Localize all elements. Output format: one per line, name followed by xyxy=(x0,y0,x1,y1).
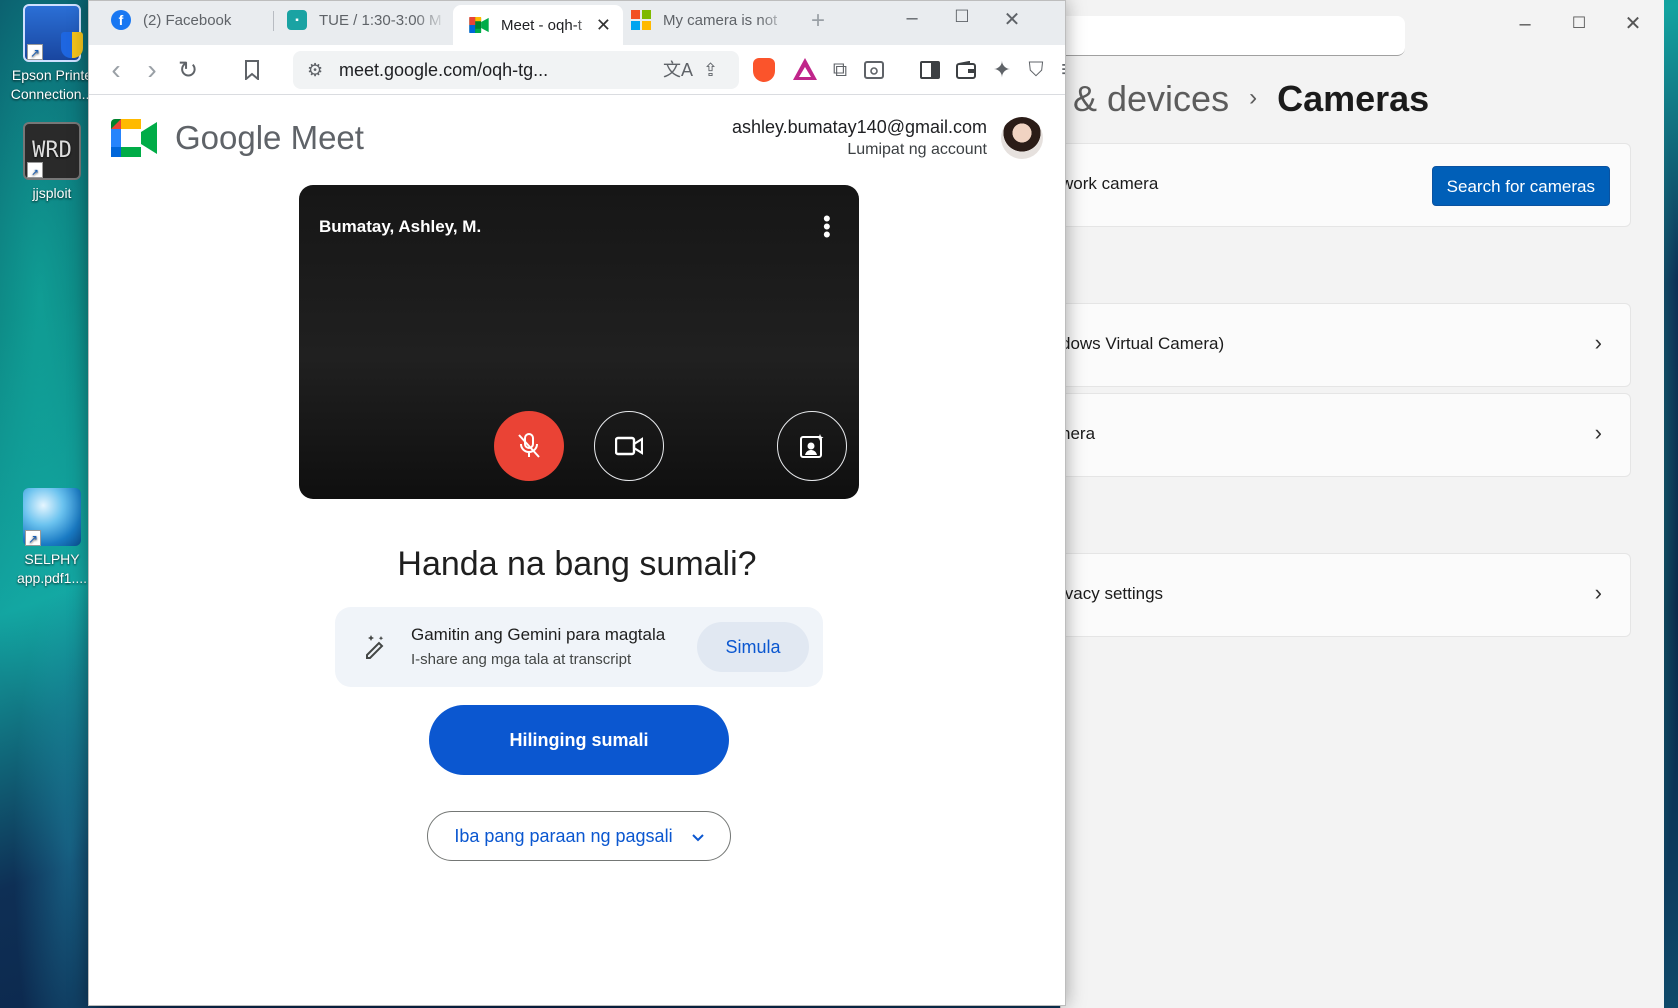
jjsploit-app-icon: WRD ↗ xyxy=(23,122,81,180)
extensions-icon[interactable]: ⧉ xyxy=(827,57,853,83)
browser-maximize-button[interactable]: ☐ xyxy=(947,7,977,27)
tab-separator xyxy=(273,11,274,31)
close-tab-icon[interactable]: ✕ xyxy=(596,15,611,36)
microsoft-icon xyxy=(631,10,651,30)
switch-account-link[interactable]: Lumipat ng account xyxy=(847,141,987,159)
chevron-right-icon: › xyxy=(1594,330,1602,355)
tab-title: (2) Facebook xyxy=(143,11,232,29)
meet-icon xyxy=(469,15,489,35)
video-preview: Bumatay, Ashley, M. • • • xyxy=(299,185,859,499)
settings-row-label: ivacy settings xyxy=(1061,584,1164,603)
settings-maximize-button[interactable]: ☐ xyxy=(1567,12,1591,36)
settings-row-camera[interactable]: nera › xyxy=(1061,393,1631,477)
settings-row-virtual-camera[interactable]: dows Virtual Camera) › xyxy=(1061,303,1631,387)
gemini-notes-card: Gamitin ang Gemini para magtala I-share … xyxy=(335,607,823,687)
tab-microsoft-support[interactable]: My camera is not xyxy=(631,1,791,39)
chevron-down-icon xyxy=(691,812,704,860)
other-ways-to-join-button[interactable]: Iba pang paraan ng pagsali xyxy=(427,811,731,861)
breadcrumb-parent[interactable]: & devices xyxy=(1073,78,1229,119)
more-options-icon[interactable]: • • • xyxy=(823,208,831,246)
menu-icon[interactable]: ≡ xyxy=(1055,56,1065,83)
settings-search-box[interactable] xyxy=(1061,16,1405,56)
app-glyph: WRD xyxy=(32,138,72,163)
account-email: ashley.bumatay140@gmail.com xyxy=(731,117,987,137)
settings-row-add-network-camera: work camera Search for cameras xyxy=(1061,143,1631,227)
camera-button[interactable] xyxy=(594,411,664,481)
globe-file-icon: ↗ xyxy=(23,488,81,546)
settings-row-label: dows Virtual Camera) xyxy=(1061,334,1225,353)
settings-minimize-button[interactable]: – xyxy=(1513,12,1537,36)
vpn-shield-icon[interactable]: ⛉ xyxy=(1023,57,1049,83)
chevron-right-icon: › xyxy=(1594,580,1602,605)
tab-title: TUE / 1:30-3:00 M xyxy=(319,11,442,29)
site-settings-icon[interactable]: ⚙ xyxy=(307,51,323,89)
avatar[interactable] xyxy=(1001,117,1043,159)
settings-row-privacy[interactable]: ivacy settings › xyxy=(1061,553,1631,637)
other-ways-label: Iba pang paraan ng pagsali xyxy=(454,826,673,846)
tab-bar: f (2) Facebook ▪ TUE / 1:30-3:00 M Meet … xyxy=(89,1,1065,45)
reader-mode-icon[interactable] xyxy=(861,57,887,83)
browser-close-button[interactable]: ✕ xyxy=(997,7,1027,32)
tab-title: Meet - oqh-t xyxy=(501,16,582,34)
gemini-start-button[interactable]: Simula xyxy=(697,622,809,672)
meet-brand-name: Google Meet xyxy=(175,119,364,156)
new-tab-button[interactable]: + xyxy=(811,7,825,35)
settings-window: – ☐ ✕ & devices › Cameras work camera Sear… xyxy=(1060,0,1664,1008)
facebook-icon: f xyxy=(111,10,131,30)
search-for-cameras-button[interactable]: Search for cameras xyxy=(1431,166,1610,206)
brave-rewards-icon[interactable] xyxy=(793,58,817,80)
tab-meet[interactable]: Meet - oqh-t ✕ xyxy=(453,5,623,45)
reload-icon[interactable]: ↻ xyxy=(175,57,201,84)
settings-breadcrumb: & devices › Cameras xyxy=(1073,78,1429,120)
gemini-title: Gamitin ang Gemini para magtala xyxy=(411,625,666,644)
translate-icon[interactable]: 文A xyxy=(663,51,693,89)
printer-icon: ↗ xyxy=(23,4,83,62)
shortcut-arrow-icon: ↗ xyxy=(25,530,41,546)
shortcut-arrow-icon: ↗ xyxy=(27,162,43,178)
sidebar-icon[interactable] xyxy=(917,57,943,83)
preview-name: Bumatay, Ashley, M. xyxy=(319,217,482,236)
tab-facebook[interactable]: f (2) Facebook xyxy=(111,1,281,39)
visual-effects-button[interactable] xyxy=(777,411,847,481)
meet-page: Google Meet ashley.bumatay140@gmail.com … xyxy=(89,95,1065,1005)
tab-classroom[interactable]: ▪ TUE / 1:30-3:00 M xyxy=(287,1,447,39)
mic-off-icon xyxy=(518,433,540,458)
browser-toolbar: ‹ › ↻ ⚙ meet.google.com/oqh-tg... 文A ⇪ ⧉… xyxy=(89,45,1065,95)
settings-row-label: nera xyxy=(1061,424,1096,443)
gemini-subtitle: I-share ang mga tala at transcript xyxy=(411,651,632,668)
chevron-right-icon: › xyxy=(1594,420,1602,445)
ask-to-join-button[interactable]: Hilinging sumali xyxy=(429,705,729,775)
address-bar[interactable]: ⚙ meet.google.com/oqh-tg... 文A ⇪ xyxy=(293,51,739,89)
settings-row-label: work camera xyxy=(1061,174,1159,193)
leo-ai-icon[interactable]: ✦ xyxy=(989,57,1015,83)
magic-pen-icon xyxy=(363,633,387,664)
browser-window: f (2) Facebook ▪ TUE / 1:30-3:00 M Meet … xyxy=(88,0,1066,1006)
tab-title: My camera is not xyxy=(663,11,778,29)
google-meet-logo-icon xyxy=(111,119,157,157)
shortcut-arrow-icon: ↗ xyxy=(27,44,43,60)
share-icon[interactable]: ⇪ xyxy=(703,51,718,89)
forward-icon[interactable]: › xyxy=(139,54,165,85)
ready-to-join-heading: Handa na bang sumali? xyxy=(397,545,757,583)
classroom-icon: ▪ xyxy=(287,10,307,30)
back-icon[interactable]: ‹ xyxy=(103,54,129,85)
breadcrumb-current: Cameras xyxy=(1277,78,1430,119)
video-camera-icon xyxy=(615,436,643,456)
settings-close-button[interactable]: ✕ xyxy=(1621,12,1645,36)
microphone-off-button[interactable] xyxy=(494,411,564,481)
brave-shields-icon[interactable] xyxy=(753,58,775,82)
breadcrumb-separator-icon: › xyxy=(1249,84,1258,111)
portrait-sparkle-icon xyxy=(800,434,824,458)
wallet-icon[interactable] xyxy=(953,57,979,83)
url-text: meet.google.com/oqh-tg... xyxy=(339,60,549,80)
browser-minimize-button[interactable]: – xyxy=(897,7,927,30)
bookmark-icon[interactable] xyxy=(239,57,265,83)
